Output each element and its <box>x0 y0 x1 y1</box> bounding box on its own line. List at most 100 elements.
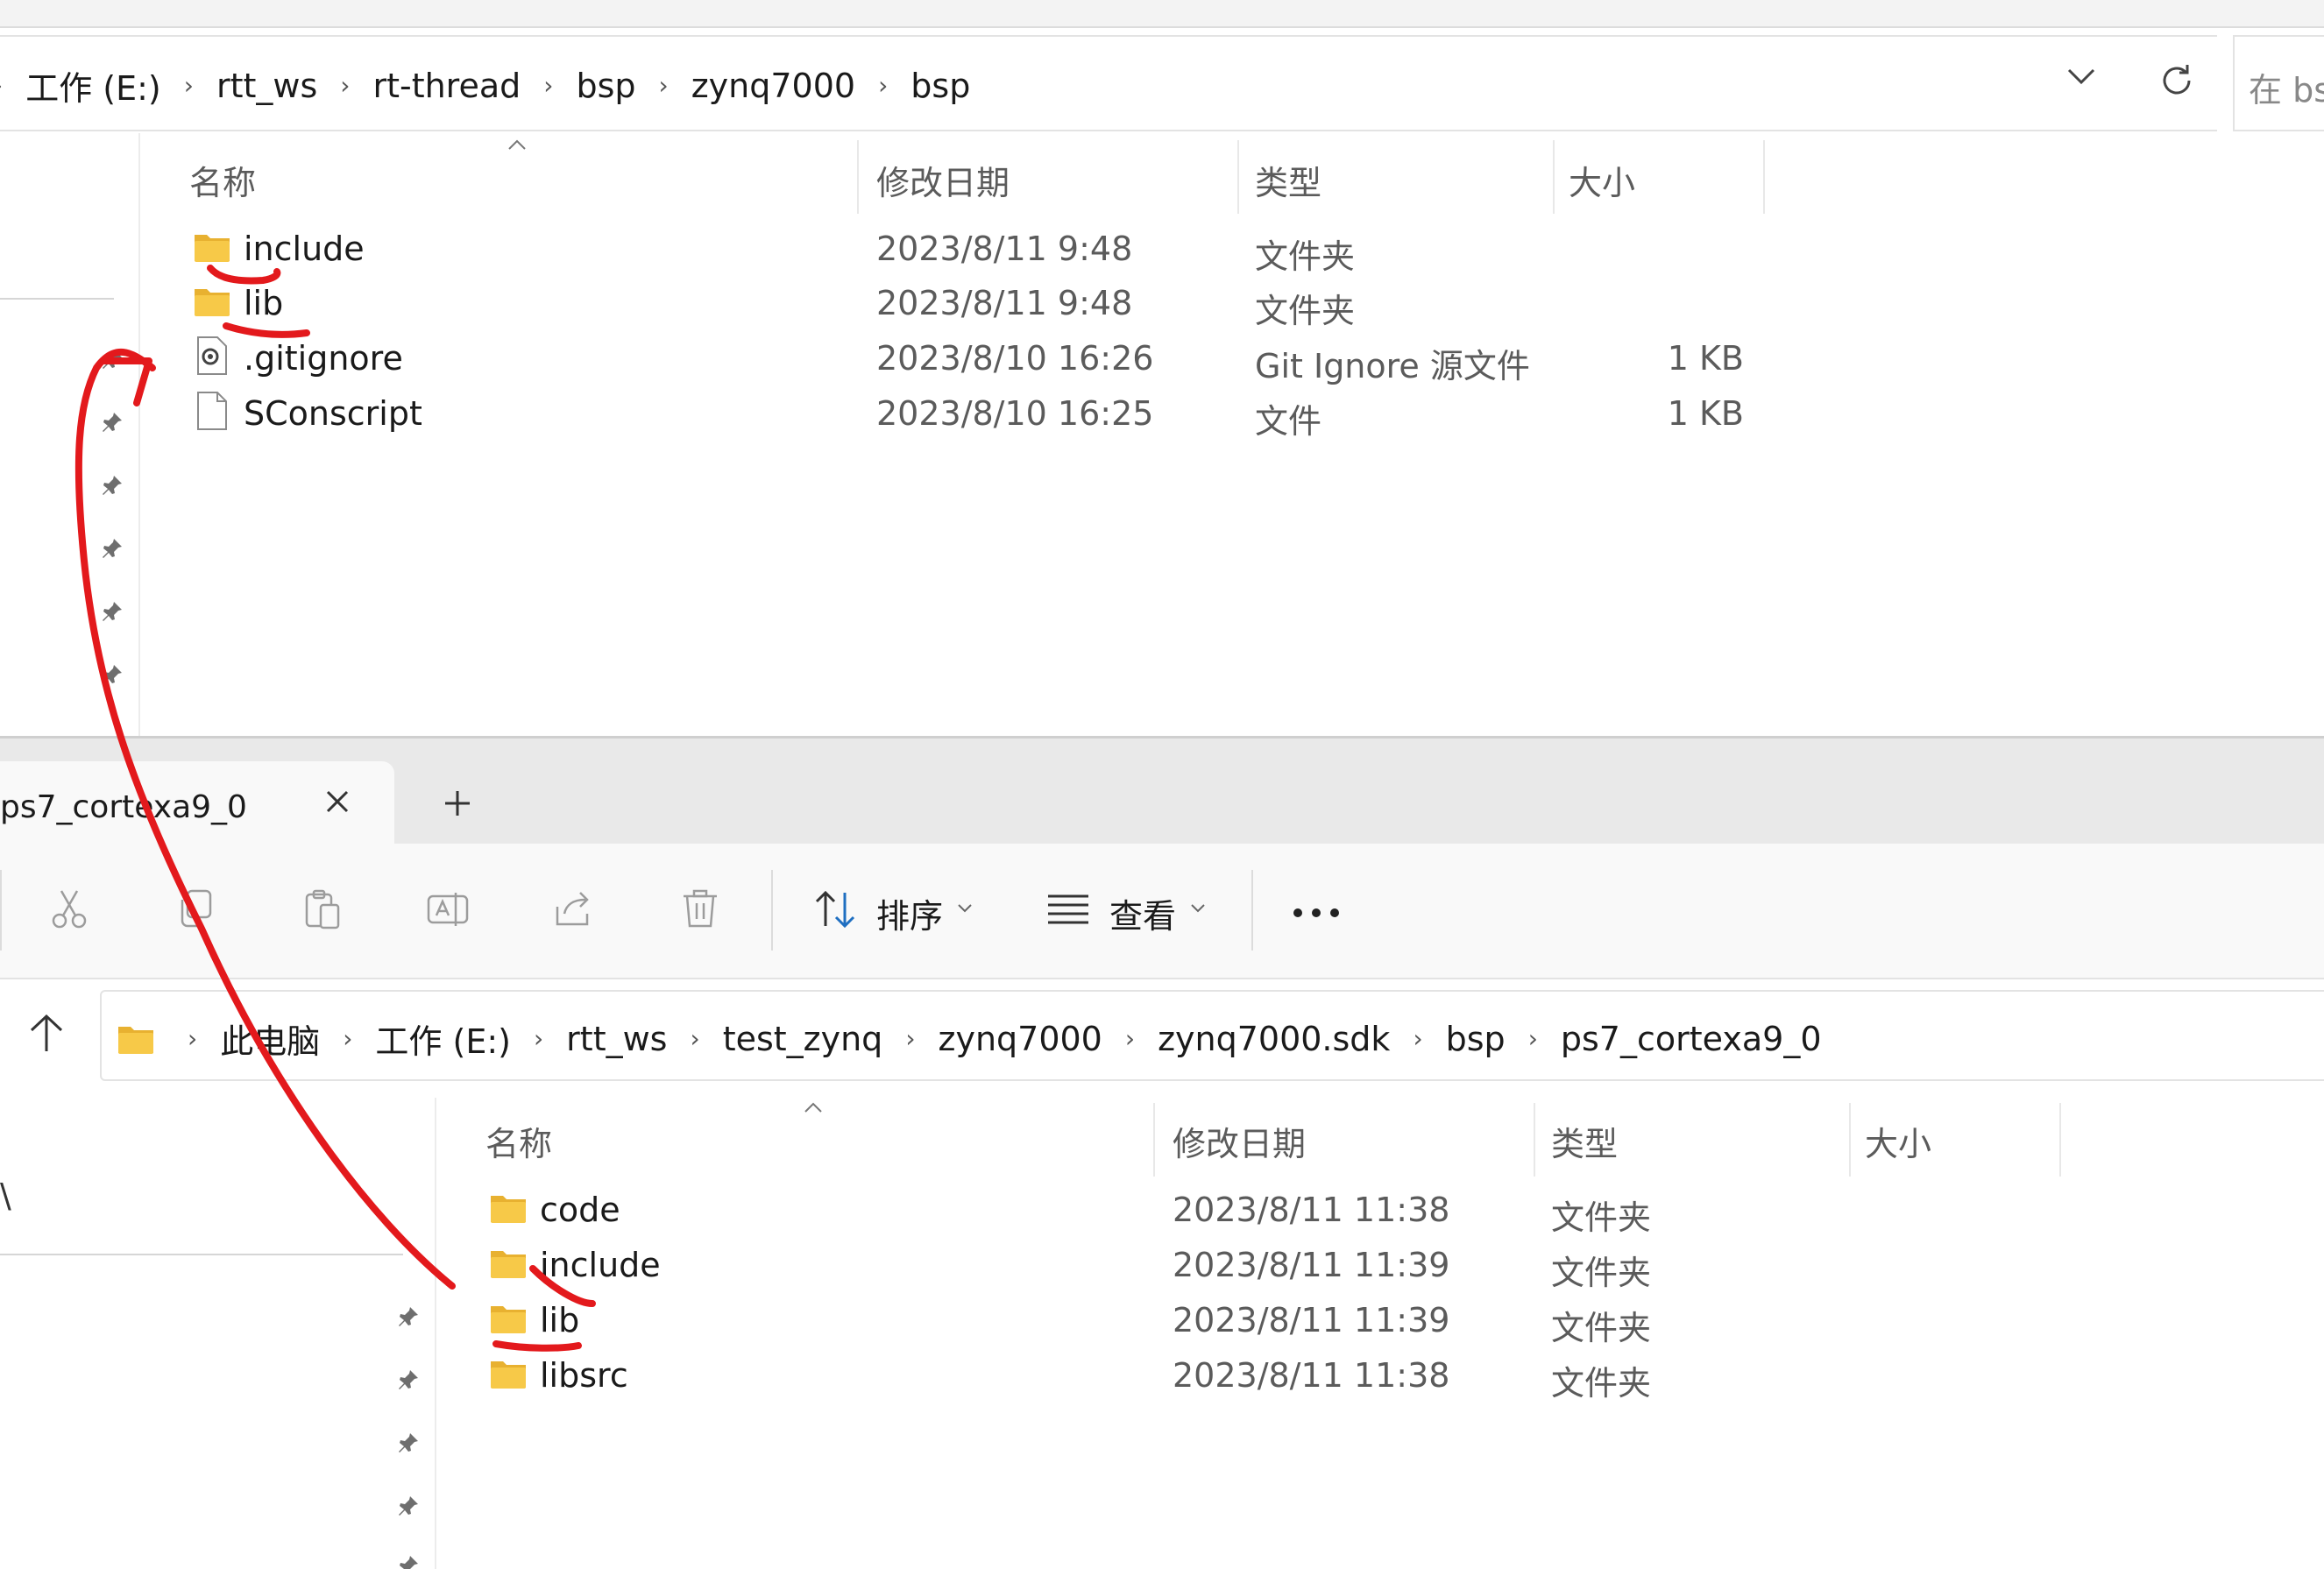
chevron-right-icon: › <box>1124 1024 1136 1053</box>
column-divider[interactable] <box>1153 1103 1155 1177</box>
breadcrumb-item[interactable]: zynq7000.sdk <box>1158 1020 1390 1058</box>
view-button[interactable]: 查看 <box>1043 882 1218 940</box>
column-divider[interactable] <box>1534 1103 1535 1177</box>
view-label: 查看 <box>1109 897 1177 936</box>
column-divider[interactable] <box>1237 140 1239 214</box>
top-explorer-window: › 工作 (E:) › rtt_ws › rt-thread › bsp › z… <box>0 0 2324 736</box>
pin-icon[interactable] <box>98 662 124 689</box>
file-type: 文件夹 <box>1551 1364 1652 1403</box>
breadcrumb-item[interactable]: rtt_ws <box>216 67 317 105</box>
toolbar-divider <box>1251 870 1253 951</box>
breadcrumb-item[interactable]: test_zynq <box>723 1020 883 1058</box>
file-type: 文件夹 <box>1551 1309 1652 1347</box>
column-divider[interactable] <box>857 140 859 214</box>
file-name[interactable]: .gitignore <box>244 339 403 378</box>
breadcrumb-item[interactable]: 此电脑 <box>220 1014 320 1063</box>
file-modified: 2023/8/10 16:25 <box>876 394 1154 433</box>
breadcrumb-item[interactable]: rtt_ws <box>566 1020 667 1058</box>
address-bar[interactable]: › 此电脑 › 工作 (E:) › rtt_ws › test_zynq › z… <box>100 990 2324 1081</box>
folder-icon <box>195 235 230 262</box>
pin-icon[interactable] <box>394 1553 421 1569</box>
column-size[interactable]: 大小 <box>1865 1117 1931 1165</box>
file-name[interactable]: include <box>540 1246 661 1284</box>
pin-icon[interactable] <box>98 536 124 562</box>
pin-icon[interactable] <box>98 599 124 625</box>
file-modified: 2023/8/11 11:38 <box>1173 1191 1450 1229</box>
column-divider[interactable] <box>1849 1103 1851 1177</box>
column-name[interactable]: 名称 <box>189 156 256 204</box>
file-row[interactable]: lib 2023/8/11 11:39 文件夹 <box>436 1296 2014 1352</box>
file-row[interactable]: SConscript 2023/8/10 16:25 文件 1 KB <box>140 389 1893 445</box>
file-type: Git Ignore 源文件 <box>1255 347 1530 385</box>
column-header: 名称 修改日期 类型 大小 <box>436 1098 2324 1185</box>
breadcrumb: › 工作 (E:) › rtt_ws › rt-thread › bsp › z… <box>0 61 974 110</box>
column-modified[interactable]: 修改日期 <box>1173 1117 1306 1165</box>
file-name[interactable]: SConscript <box>244 394 422 433</box>
breadcrumb-item[interactable]: 工作 (E:) <box>375 1014 511 1063</box>
chevron-right-icon: › <box>1527 1024 1538 1053</box>
file-row[interactable]: include 2023/8/11 11:39 文件夹 <box>436 1240 2014 1297</box>
breadcrumb-item[interactable]: bsp <box>576 67 635 105</box>
file-row[interactable]: code 2023/8/11 11:38 文件夹 <box>436 1185 2014 1241</box>
breadcrumb-item[interactable]: 工作 (E:) <box>25 61 161 110</box>
sort-button[interactable]: 排序 <box>810 882 985 940</box>
chevron-down-icon[interactable] <box>2064 60 2099 95</box>
file-name[interactable]: code <box>540 1191 620 1229</box>
rename-icon[interactable] <box>426 887 470 931</box>
toolbar-divider <box>0 870 2 951</box>
cut-icon[interactable] <box>47 887 91 931</box>
pin-icon[interactable] <box>394 1368 421 1394</box>
file-modified: 2023/8/11 9:48 <box>876 284 1133 322</box>
copy-icon[interactable] <box>174 887 217 931</box>
file-row[interactable]: lib 2023/8/11 9:48 文件夹 <box>140 279 1893 335</box>
column-divider[interactable] <box>2059 1103 2061 1177</box>
share-icon[interactable] <box>552 887 596 931</box>
file-row[interactable]: libsrc 2023/8/11 11:38 文件夹 <box>436 1351 2014 1407</box>
search-box[interactable]: 在 bsp <box>2233 35 2324 131</box>
pin-icon[interactable] <box>98 473 124 499</box>
column-type[interactable]: 类型 <box>1551 1117 1618 1165</box>
file-size: 1 KB <box>1667 339 1744 378</box>
breadcrumb-item[interactable]: ps7_cortexa9_0 <box>1561 1020 1822 1058</box>
more-options-icon[interactable] <box>1292 907 1341 919</box>
close-icon[interactable] <box>322 787 352 816</box>
pin-icon[interactable] <box>394 1304 421 1331</box>
breadcrumb-item[interactable]: rt-thread <box>372 67 521 105</box>
address-bar[interactable]: › 工作 (E:) › rtt_ws › rt-thread › bsp › z… <box>0 35 2217 131</box>
file-name[interactable]: libsrc <box>540 1356 628 1395</box>
nav-item-fragment[interactable]: \ <box>0 1177 11 1215</box>
file-name[interactable]: lib <box>244 284 283 322</box>
pin-icon[interactable] <box>98 410 124 436</box>
delete-icon[interactable] <box>678 887 722 931</box>
pin-icon[interactable] <box>394 1431 421 1457</box>
new-tab-icon[interactable] <box>442 788 473 819</box>
file-name[interactable]: lib <box>540 1301 579 1339</box>
chevron-right-icon: › <box>183 71 194 100</box>
settings-file-icon <box>197 336 227 375</box>
file-modified: 2023/8/11 11:39 <box>1173 1246 1450 1284</box>
file-row[interactable]: .gitignore 2023/8/10 16:26 Git Ignore 源文… <box>140 334 1893 390</box>
chevron-right-icon: › <box>188 1024 198 1053</box>
column-modified[interactable]: 修改日期 <box>876 156 1010 204</box>
breadcrumb-item[interactable]: zynq7000 <box>939 1020 1102 1058</box>
breadcrumb-item[interactable]: zynq7000 <box>691 67 855 105</box>
arrow-up-icon[interactable] <box>25 1011 68 1055</box>
sort-label: 排序 <box>876 897 944 936</box>
column-name[interactable]: 名称 <box>485 1117 552 1165</box>
chevron-right-icon: › <box>905 1024 916 1053</box>
chevron-right-icon: › <box>690 1024 700 1053</box>
column-type[interactable]: 类型 <box>1255 156 1321 204</box>
column-divider[interactable] <box>1763 140 1765 214</box>
column-size[interactable]: 大小 <box>1569 156 1635 204</box>
breadcrumb-item[interactable]: bsp <box>1446 1020 1506 1058</box>
title-strip <box>0 0 2324 28</box>
refresh-icon[interactable] <box>2156 60 2198 102</box>
column-divider[interactable] <box>1553 140 1555 214</box>
pin-icon[interactable] <box>394 1494 421 1520</box>
pin-icon[interactable] <box>98 347 124 373</box>
file-name[interactable]: include <box>244 230 365 268</box>
file-modified: 2023/8/11 9:48 <box>876 230 1133 268</box>
breadcrumb-item[interactable]: bsp <box>910 67 970 105</box>
paste-icon[interactable] <box>300 887 344 931</box>
file-row[interactable]: include 2023/8/11 9:48 文件夹 <box>140 224 1893 280</box>
